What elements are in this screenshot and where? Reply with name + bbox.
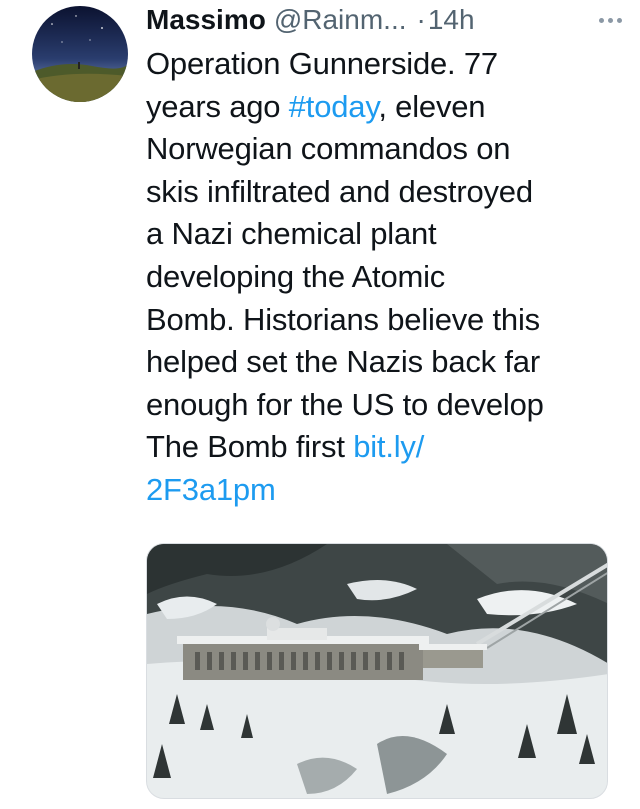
author-name[interactable]: Massimo [146,2,266,38]
text-line: Operation Gunnerside. 77 [146,46,498,81]
text-fragment: , eleven [378,88,486,124]
url-link[interactable]: bit.ly/ [353,429,424,464]
url-link-continued[interactable]: 2F3a1pm [146,472,276,507]
text-line: enough for the US to develop [146,386,544,422]
hashtag-link[interactable]: #today [289,89,379,124]
tweet[interactable]: Massimo @Rainm... · 14h Operation Gunner… [0,0,640,809]
text-line: Bomb. Historians believe this [146,301,540,337]
separator-dot: · [416,4,426,35]
text-fragment: years ago [146,88,289,124]
author-handle[interactable]: @Rainm... [274,2,407,38]
tweet-media[interactable] [146,543,608,799]
more-dots-icon[interactable] [599,17,622,23]
text-line: years ago #today, eleven [146,86,616,129]
text-line: a Nazi chemical plant [146,216,437,252]
text-line: The Bomb first bit.ly/ [146,426,616,469]
avatar-night-sky-icon [32,6,128,102]
text-line: skis infiltrated and destroyed [146,173,533,209]
text-line: helped set the Nazis back far [146,344,540,380]
text-line: developing the Atomic [146,258,446,294]
tweet-text: Operation Gunnerside. 77 years ago #toda… [146,43,616,512]
text-line: 2F3a1pm [146,469,616,512]
tweet-header: Massimo @Rainm... · 14h [146,2,628,38]
snowy-plant-photo-icon [147,544,607,798]
timestamp[interactable]: 14h [428,2,475,38]
text-line: Norwegian commandos on [146,131,511,167]
avatar[interactable] [32,6,128,102]
text-fragment: The Bomb first [146,429,354,465]
